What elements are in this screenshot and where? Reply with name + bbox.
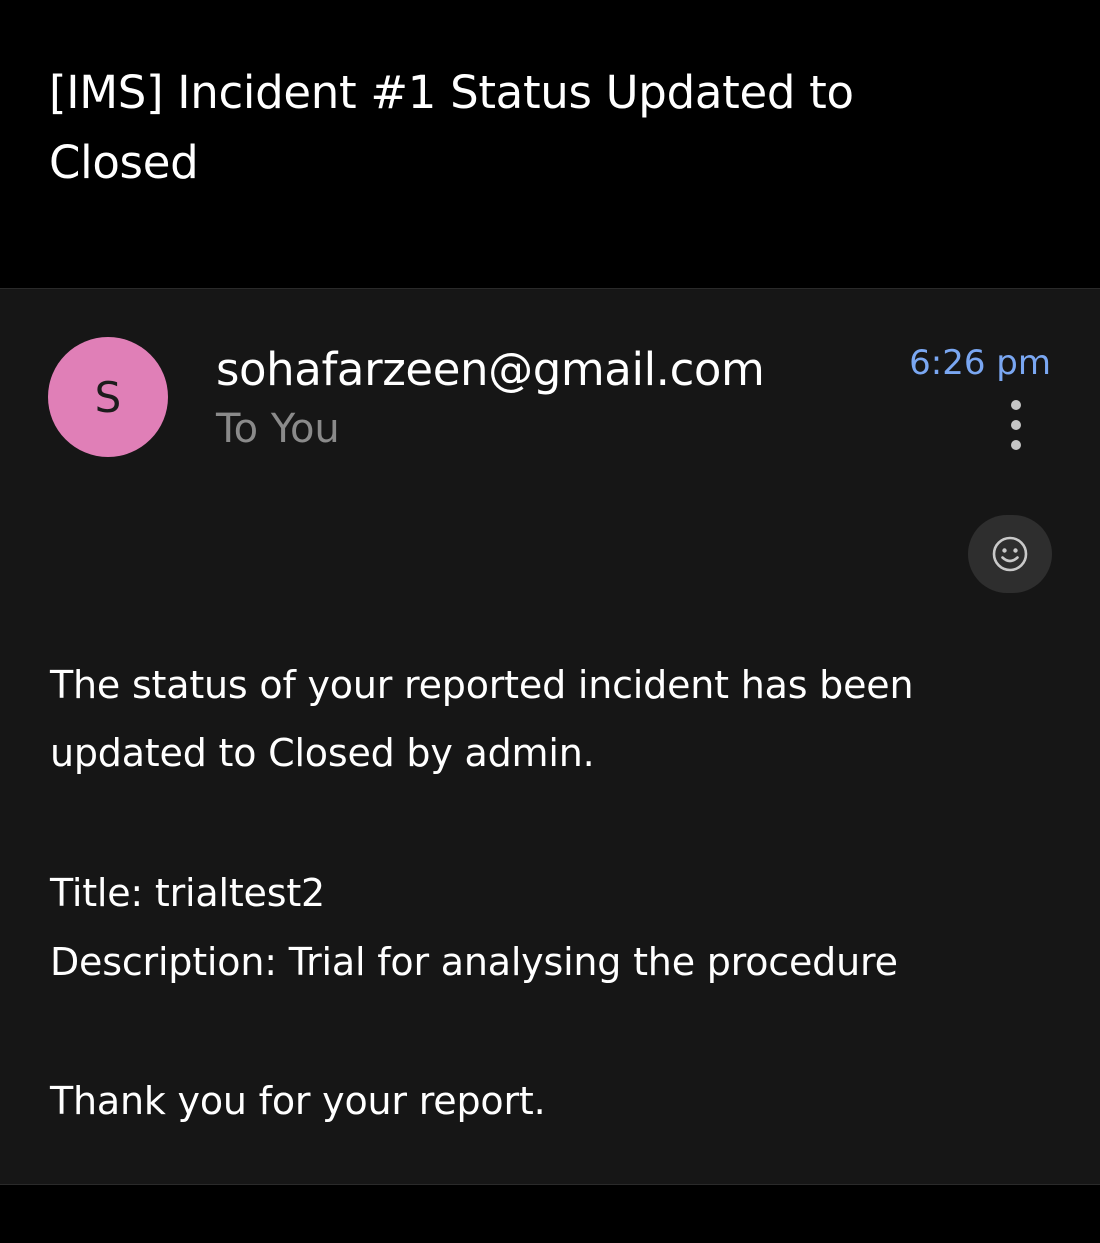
body-paragraph: The status of your reported incident has… [50,663,914,775]
message-time: 6:26 pm [909,343,1051,383]
emoji-smile-icon [992,536,1028,572]
recipient-label[interactable]: To You [216,401,340,457]
more-vert-icon [1011,400,1021,410]
incident-title-line: Title: trialtest2 [50,871,325,915]
message-card: S sohafarzeen@gmail.com To You 6:26 pm T… [0,288,1100,1185]
bottom-spacer [0,1185,1100,1243]
add-reaction-button[interactable] [968,515,1052,593]
more-options-button[interactable] [996,397,1036,453]
incident-description-line: Description: Trial for analysing the pro… [50,940,898,984]
sender-avatar[interactable]: S [48,337,168,457]
email-subject: [IMS] Incident #1 Status Updated to Clos… [49,66,854,189]
sender-address[interactable]: sohafarzeen@gmail.com [216,339,765,401]
subject-header: [IMS] Incident #1 Status Updated to Clos… [0,0,1100,288]
closing-line: Thank you for your report. [50,1079,546,1123]
